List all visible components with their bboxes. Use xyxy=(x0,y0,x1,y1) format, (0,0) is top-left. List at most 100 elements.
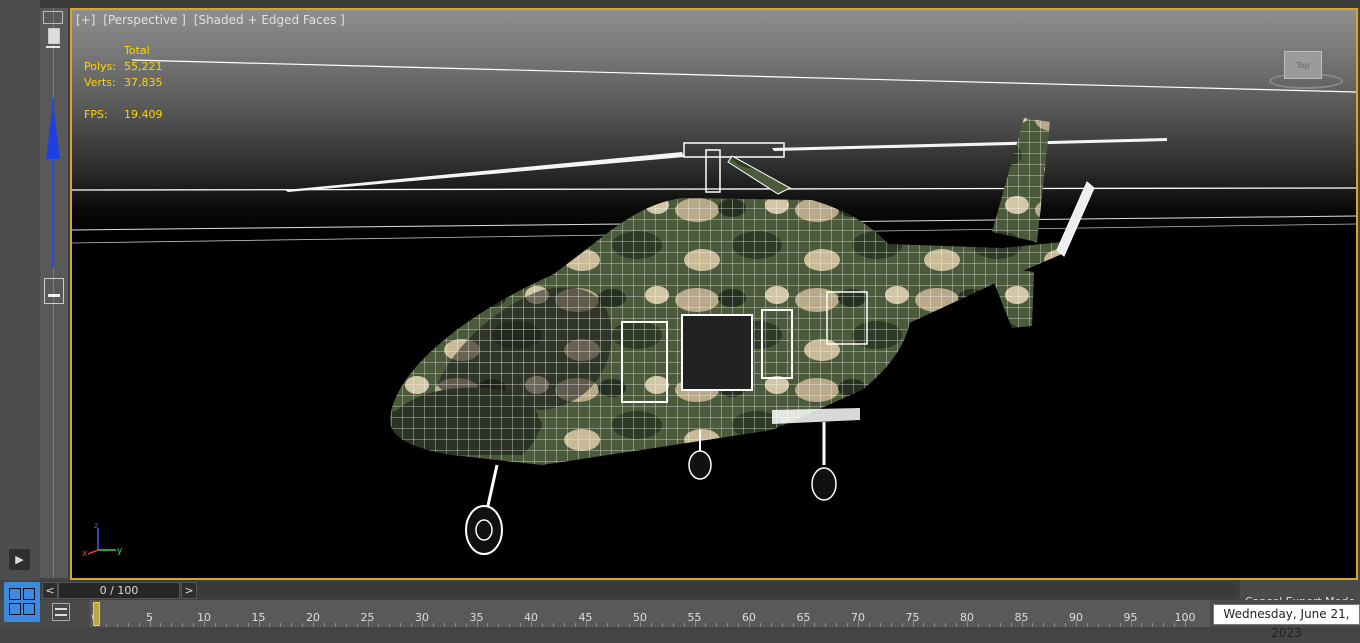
timeline-tick xyxy=(999,623,1001,627)
timeline-tick xyxy=(552,623,554,627)
viewport-layout-icon[interactable] xyxy=(4,582,40,622)
timeline-tick xyxy=(847,623,849,627)
timeline-label: 30 xyxy=(415,611,429,624)
helicopter-scene xyxy=(72,59,1356,555)
play-icon[interactable]: ▶ xyxy=(9,549,30,570)
timeline-tick xyxy=(323,623,325,627)
timeline-tick xyxy=(1163,623,1165,627)
timeline-tick xyxy=(378,623,380,627)
timeline-tick xyxy=(1065,623,1067,627)
time-slider[interactable]: 0 / 100 xyxy=(58,582,180,599)
time-slider-bar: < 0 / 100 > Cancel Expert Mode xyxy=(40,580,1360,610)
timeline-tick xyxy=(879,623,881,627)
timeline-tick xyxy=(105,623,107,627)
polys-value: 55,221 xyxy=(124,60,163,73)
timeline-tick xyxy=(759,623,761,627)
timeline-tick xyxy=(1043,623,1045,627)
timeline-tick xyxy=(563,623,565,627)
timeline-tick xyxy=(1097,623,1099,627)
timeline-tick xyxy=(629,623,631,627)
timeline-tick xyxy=(182,623,184,627)
timeline-tick xyxy=(705,623,707,627)
timeline-tick xyxy=(618,623,620,627)
stats-header: Total xyxy=(124,44,150,57)
timeline-tick xyxy=(836,623,838,627)
timeline-cursor[interactable] xyxy=(93,602,100,626)
timeline-tick xyxy=(825,623,827,627)
timeline-tick xyxy=(868,623,870,627)
timeline-label: 100 xyxy=(1174,611,1196,624)
timeline-tick xyxy=(738,623,740,627)
timeline-tick xyxy=(454,623,456,627)
timeline-label: 75 xyxy=(905,611,920,624)
timeline-label: 5 xyxy=(146,611,153,624)
fps-value: 19.409 xyxy=(124,108,163,121)
ruler-frame-icon[interactable] xyxy=(43,11,63,24)
timeline-tick xyxy=(269,623,271,627)
viewport-label[interactable]: [+] [Perspective ] [Shaded + Edged Faces… xyxy=(76,13,349,27)
timeline-tick xyxy=(356,623,358,627)
timeline-tick xyxy=(487,623,489,627)
verts-value: 37,835 xyxy=(124,76,163,89)
timeline-label: 65 xyxy=(796,611,811,624)
timeline-tick xyxy=(291,623,293,627)
viewport-shading-menu[interactable]: [Shaded + Edged Faces ] xyxy=(194,13,345,27)
timeline-tick xyxy=(171,623,173,627)
timeline-tick xyxy=(127,623,129,627)
timeline-tick xyxy=(923,623,925,627)
timeline-tick xyxy=(934,623,936,627)
perspective-viewport[interactable]: [+] [Perspective ] [Shaded + Edged Faces… xyxy=(70,8,1358,580)
timeline-label: 45 xyxy=(578,611,593,624)
timeline-tick xyxy=(520,623,522,627)
timeline-tick xyxy=(334,623,336,627)
timeline-tick xyxy=(302,623,304,627)
timeline-ruler[interactable]: 0510152025303540455055606570758085909510… xyxy=(90,600,1210,627)
time-prev-button[interactable]: < xyxy=(42,582,58,599)
timeline-tick xyxy=(280,623,282,627)
ruler-marker[interactable] xyxy=(44,278,64,304)
timeline-tick xyxy=(1010,623,1012,627)
ruler-knob[interactable] xyxy=(48,28,60,44)
timeline-label: 10 xyxy=(197,611,211,624)
timeline-tick xyxy=(389,623,391,627)
timeline-tick xyxy=(443,623,445,627)
axis-z-label: z xyxy=(94,521,98,530)
timeline-tick xyxy=(727,623,729,627)
timeline-tick xyxy=(116,623,118,627)
viewport-plus-menu[interactable]: [+] xyxy=(76,13,95,27)
viewport-statistics: Total Polys: 55,221 Verts: 37,835 FPS: 19.4… xyxy=(84,43,163,123)
timeline-tick xyxy=(345,623,347,627)
axis-tripod-icon: z y x xyxy=(82,521,123,559)
timeline-tick xyxy=(1086,623,1088,627)
date-tooltip: Wednesday, June 21, 2023 xyxy=(1213,604,1360,640)
timeline-tick xyxy=(1108,623,1110,627)
timeline-tick xyxy=(138,623,140,627)
timeline-tick xyxy=(160,623,162,627)
timeline-tick xyxy=(781,623,783,627)
key-filter-icon[interactable] xyxy=(52,603,70,621)
timeline-label: 60 xyxy=(742,611,756,624)
timeline-tick xyxy=(814,623,816,627)
timeline-label: 25 xyxy=(360,611,375,624)
timeline-label: 85 xyxy=(1014,611,1029,624)
axis-x-label: x xyxy=(82,549,88,559)
time-next-button[interactable]: > xyxy=(181,582,197,599)
timeline-tick xyxy=(541,623,543,627)
timeline-tick xyxy=(901,623,903,627)
timeline-tick xyxy=(1152,623,1154,627)
polys-label: Polys: xyxy=(84,60,116,73)
timeline-tick xyxy=(498,623,500,627)
timeline-tick xyxy=(770,623,772,627)
viewport-pov-menu[interactable]: [Perspective ] xyxy=(103,13,186,27)
timeline-tick xyxy=(1141,623,1143,627)
timeline-tick xyxy=(247,623,249,627)
vertical-ruler[interactable] xyxy=(40,8,69,578)
viewcube[interactable]: Top xyxy=(1267,46,1347,92)
timeline-tick xyxy=(225,623,227,627)
timeline-tick xyxy=(1054,623,1056,627)
timeline-tick xyxy=(945,623,947,627)
timeline-label: 35 xyxy=(469,611,484,624)
time-slider-track[interactable] xyxy=(197,582,1237,597)
timeline-tick xyxy=(596,623,598,627)
viewcube-face-top[interactable]: Top xyxy=(1284,51,1322,79)
